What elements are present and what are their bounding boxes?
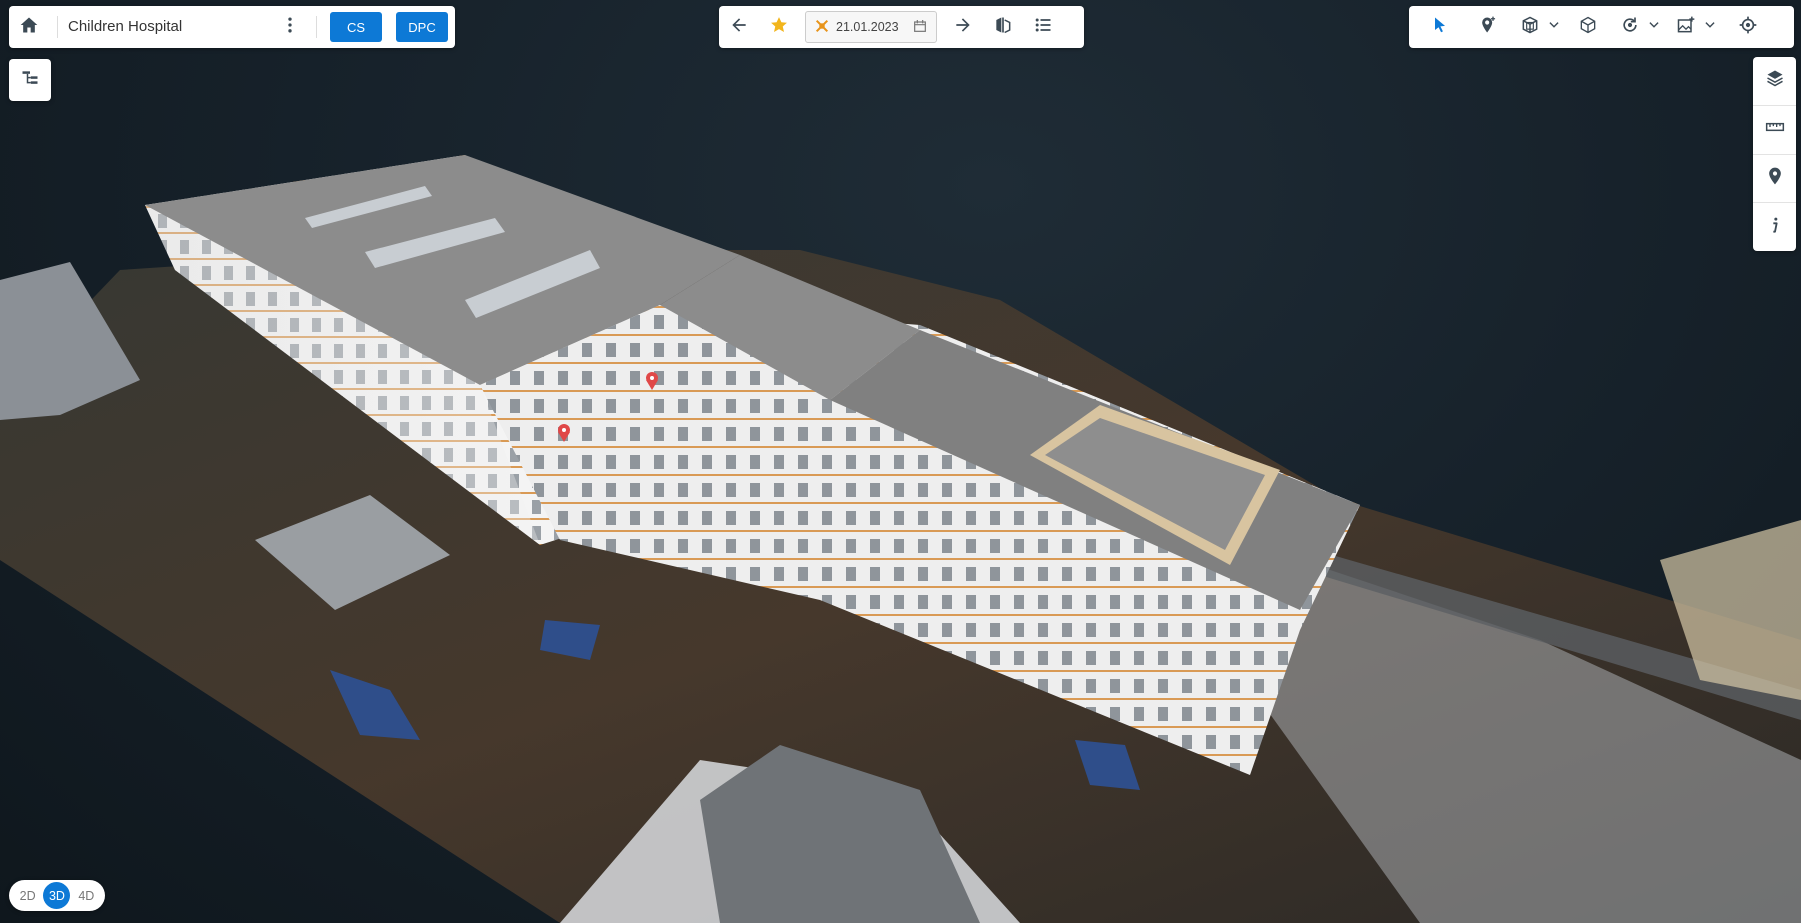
project-title: Children Hospital (57, 16, 270, 38)
mode-4d-button[interactable]: 4D (73, 882, 100, 909)
layers-button[interactable] (1753, 57, 1796, 106)
model-tree-button[interactable] (9, 59, 51, 101)
add-image-icon (1676, 15, 1696, 40)
point-cloud-viewport[interactable] (0, 0, 1801, 923)
cs-button[interactable]: CS (330, 12, 382, 42)
view-mode-toggle: 2D 3D 4D (9, 880, 105, 911)
arrow-left-icon (729, 15, 749, 40)
compare-button[interactable] (983, 7, 1023, 47)
mode-3d-button[interactable]: 3D (43, 882, 71, 909)
ruler-icon (1765, 117, 1785, 142)
tree-icon (20, 68, 40, 93)
cube-view-button[interactable] (1571, 7, 1605, 47)
add-pin-button[interactable] (1471, 7, 1505, 47)
section-box-icon (1520, 15, 1540, 40)
chevron-down-icon (1703, 18, 1717, 37)
favorite-button[interactable] (759, 7, 799, 47)
locate-button[interactable] (1731, 7, 1765, 47)
info-icon (1765, 215, 1785, 240)
more-options-button[interactable] (270, 7, 310, 47)
measure-button[interactable] (1753, 106, 1796, 155)
location-pin-icon (1765, 166, 1785, 191)
home-button[interactable] (9, 7, 49, 47)
info-button[interactable] (1753, 203, 1796, 251)
divider (316, 16, 317, 38)
rotate-dropdown[interactable] (1647, 7, 1661, 47)
layers-icon (1765, 68, 1785, 93)
project-header: Children Hospital CS DPC (9, 6, 455, 48)
cube-icon (1578, 15, 1598, 40)
cursor-icon (1430, 15, 1450, 40)
date-picker[interactable]: 21.01.2023 (805, 11, 937, 43)
chevron-down-icon (1647, 18, 1661, 37)
date-value: 21.01.2023 (836, 20, 899, 34)
list-icon (1033, 15, 1053, 40)
dpc-button[interactable]: DPC (396, 12, 448, 42)
add-image-dropdown[interactable] (1703, 7, 1717, 47)
chevron-down-icon (1547, 18, 1561, 37)
select-tool-button[interactable] (1423, 7, 1457, 47)
next-date-button[interactable] (943, 7, 983, 47)
tools-panel (1409, 6, 1794, 48)
mode-2d-button[interactable]: 2D (14, 882, 41, 909)
target-icon (1738, 15, 1758, 40)
timeline-panel: 21.01.2023 (719, 6, 1084, 48)
add-pin-icon (1478, 15, 1498, 40)
section-box-button[interactable] (1513, 7, 1547, 47)
kebab-menu-icon (280, 15, 300, 40)
previous-date-button[interactable] (719, 7, 759, 47)
rotate-button[interactable] (1613, 7, 1647, 47)
section-box-dropdown[interactable] (1547, 7, 1561, 47)
add-image-button[interactable] (1669, 7, 1703, 47)
home-icon (19, 15, 39, 40)
rotate-icon (1620, 15, 1640, 40)
star-icon (769, 15, 789, 40)
arrow-right-icon (953, 15, 973, 40)
location-button[interactable] (1753, 155, 1796, 204)
compare-icon (993, 15, 1013, 40)
drone-icon (814, 18, 830, 37)
list-button[interactable] (1023, 7, 1063, 47)
calendar-icon[interactable] (912, 18, 928, 37)
right-toolbar (1753, 57, 1796, 251)
